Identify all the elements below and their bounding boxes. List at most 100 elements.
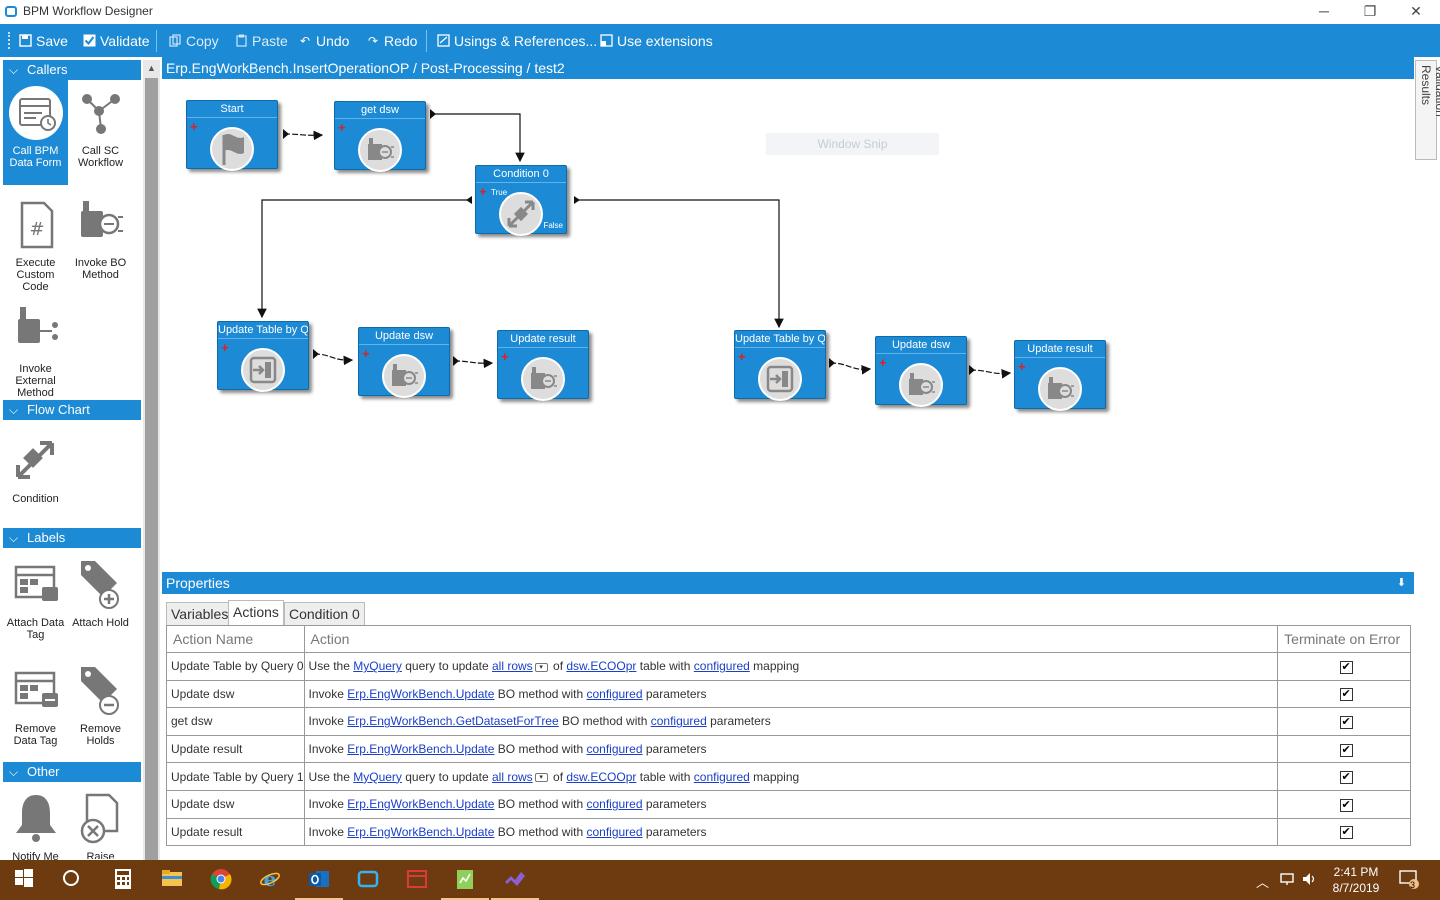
expand-plus-icon[interactable]: +: [479, 185, 487, 198]
expand-plus-icon[interactable]: +: [362, 347, 370, 360]
configured-link[interactable]: configured: [586, 687, 642, 701]
action-name-cell[interactable]: Update result: [166, 817, 305, 847]
bo-method-link[interactable]: Erp.EngWorkBench.Update: [347, 825, 494, 839]
tab-condition-0[interactable]: Condition 0: [284, 602, 365, 625]
configured-link[interactable]: configured: [694, 770, 750, 784]
table-link[interactable]: dsw.ECOOpr: [566, 659, 636, 673]
tool-execute-custom-code[interactable]: # Execute Custom Code: [3, 197, 68, 293]
column-header-terminate-on-error[interactable]: Terminate on Error: [1277, 625, 1411, 653]
tool-invoke-external-method[interactable]: Invoke External Method: [3, 303, 68, 399]
table-link[interactable]: dsw.ECOOpr: [566, 770, 636, 784]
calculator-icon[interactable]: [111, 868, 135, 892]
node-update-result-b[interactable]: Update result +: [1014, 340, 1106, 411]
node-condition-0[interactable]: Condition 0 + True False: [475, 165, 567, 236]
column-header-action[interactable]: Action: [303, 625, 1279, 653]
terminate-checkbox[interactable]: ✔: [1339, 660, 1353, 674]
redo-button[interactable]: ↷ Redo: [366, 31, 418, 51]
pin-icon[interactable]: ⬇: [1397, 572, 1406, 594]
node-update-dsw-a[interactable]: Update dsw +: [358, 327, 450, 398]
table-row[interactable]: Update result Invoke Erp.EngWorkBench.Up…: [166, 817, 1411, 847]
validate-button[interactable]: Validate: [82, 31, 150, 51]
node-update-dsw-b[interactable]: Update dsw +: [875, 336, 967, 407]
expand-plus-icon[interactable]: +: [221, 341, 229, 354]
expand-plus-icon[interactable]: +: [879, 356, 887, 369]
network-icon[interactable]: [1279, 872, 1295, 889]
configured-link[interactable]: configured: [694, 659, 750, 673]
tool-raise-exception[interactable]: Raise Exception: [68, 791, 133, 859]
bo-method-link[interactable]: Erp.EngWorkBench.Update: [347, 797, 494, 811]
bo-method-link[interactable]: Erp.EngWorkBench.Update: [347, 687, 494, 701]
node-start[interactable]: Start +: [186, 100, 278, 171]
configured-link[interactable]: configured: [586, 742, 642, 756]
tab-variables[interactable]: Variables: [166, 602, 234, 625]
expand-plus-icon[interactable]: +: [338, 121, 346, 134]
expand-plus-icon[interactable]: +: [190, 120, 198, 133]
bo-method-link[interactable]: Erp.EngWorkBench.Update: [347, 742, 494, 756]
configured-link[interactable]: configured: [586, 825, 642, 839]
scroll-up-icon[interactable]: ▲: [147, 63, 156, 73]
usings-references-button[interactable]: Usings & References...: [436, 31, 597, 51]
expand-plus-icon[interactable]: +: [1018, 360, 1026, 373]
action-name-cell[interactable]: Update result: [166, 734, 305, 764]
bo-method-link[interactable]: Erp.EngWorkBench.GetDatasetForTree: [347, 714, 558, 728]
copy-button[interactable]: Copy: [168, 31, 219, 51]
table-row[interactable]: get dsw Invoke Erp.EngWorkBench.GetDatas…: [166, 707, 1411, 736]
labels-section-header[interactable]: ⌵ Labels: [3, 528, 141, 548]
file-explorer-icon[interactable]: [160, 868, 184, 892]
chevron-up-icon[interactable]: ︿: [1256, 872, 1269, 891]
action-name-cell[interactable]: Update Table by Query 1: [166, 762, 305, 791]
action-name-cell[interactable]: Update dsw: [166, 789, 305, 819]
terminate-checkbox[interactable]: ✔: [1339, 743, 1353, 757]
internet-explorer-icon[interactable]: e: [258, 867, 282, 892]
tool-notify-me[interactable]: Notify Me: [3, 791, 68, 863]
tool-remove-holds[interactable]: Remove Holds: [68, 663, 133, 747]
toolbox-scrollbar[interactable]: ▲: [143, 60, 160, 860]
search-icon[interactable]: [59, 868, 83, 892]
table-row[interactable]: Update Table by Query 0 Use the MyQuery …: [166, 652, 1411, 681]
paste-button[interactable]: Paste: [234, 31, 288, 51]
close-button[interactable]: ✕: [1393, 0, 1439, 24]
terminate-checkbox[interactable]: ✔: [1339, 798, 1353, 812]
validation-results-tab[interactable]: Validation Results: [1415, 60, 1440, 160]
app-window-icon[interactable]: [356, 868, 380, 892]
column-header-action-name[interactable]: Action Name: [166, 625, 305, 653]
terminate-checkbox[interactable]: ✔: [1339, 826, 1353, 840]
query-link[interactable]: MyQuery: [353, 770, 402, 784]
rows-link[interactable]: all rows: [492, 770, 533, 784]
outlook-icon[interactable]: [295, 868, 343, 900]
dropdown-arrow-icon[interactable]: ▾: [534, 662, 548, 672]
node-update-table-by-query-0[interactable]: Update Table by Q +: [217, 321, 309, 392]
chrome-icon[interactable]: [209, 868, 233, 892]
flow-chart-section-header[interactable]: ⌵ Flow Chart: [3, 400, 141, 420]
action-name-cell[interactable]: Update Table by Query 0: [166, 652, 305, 681]
tool-call-sc-workflow[interactable]: Call SC Workflow: [68, 85, 133, 169]
node-update-table-by-query-1[interactable]: Update Table by Q +: [734, 330, 826, 401]
notepad-icon[interactable]: [441, 868, 489, 900]
windows-start-icon[interactable]: [12, 868, 36, 892]
tool-invoke-bo-method[interactable]: Invoke BO Method: [68, 197, 133, 281]
tool-remove-data-tag[interactable]: Remove Data Tag: [3, 663, 68, 747]
table-row[interactable]: Update Table by Query 1 Use the MyQuery …: [166, 762, 1411, 791]
volume-icon[interactable]: [1302, 872, 1318, 889]
tool-attach-hold[interactable]: Attach Hold: [68, 557, 133, 629]
tab-actions[interactable]: Actions: [228, 600, 284, 625]
undo-button[interactable]: ↶ Undo: [298, 31, 350, 51]
use-extensions-button[interactable]: Use extensions: [599, 31, 713, 51]
configured-link[interactable]: configured: [586, 797, 642, 811]
terminate-checkbox[interactable]: ✔: [1339, 688, 1353, 702]
query-link[interactable]: MyQuery: [353, 659, 402, 673]
scrollbar-thumb[interactable]: [145, 78, 158, 860]
node-get-dsw[interactable]: get dsw +: [334, 101, 426, 172]
rows-link[interactable]: all rows: [492, 659, 533, 673]
expand-plus-icon[interactable]: +: [738, 350, 746, 363]
node-update-result-a[interactable]: Update result +: [497, 330, 589, 401]
action-name-cell[interactable]: Update dsw: [166, 679, 305, 709]
dropdown-arrow-icon[interactable]: ▾: [534, 773, 548, 782]
system-clock[interactable]: 2:41 PM 8/7/2019: [1326, 864, 1386, 896]
configured-link[interactable]: configured: [651, 714, 707, 728]
table-row[interactable]: Update result Invoke Erp.EngWorkBench.Up…: [166, 734, 1411, 764]
other-section-header[interactable]: ⌵ Other: [3, 762, 141, 782]
expand-plus-icon[interactable]: +: [501, 350, 509, 363]
minimize-button[interactable]: ─: [1301, 0, 1347, 24]
action-name-cell[interactable]: get dsw: [166, 707, 305, 736]
